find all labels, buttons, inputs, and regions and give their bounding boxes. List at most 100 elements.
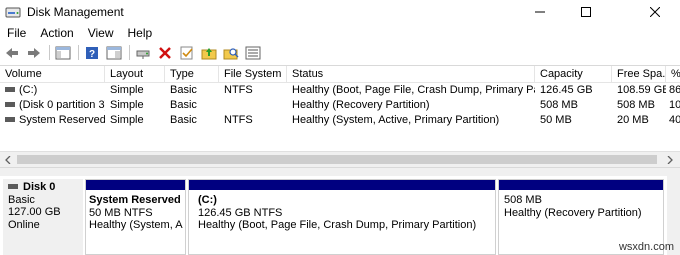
scroll-right-icon	[667, 156, 673, 164]
table-row[interactable]: (Disk 0 partition 3) Simple Basic Health…	[0, 98, 680, 113]
disk-icon	[8, 183, 18, 189]
disk-type: Basic	[8, 193, 35, 206]
delete-button[interactable]	[156, 44, 174, 62]
back-button[interactable]	[3, 44, 21, 62]
volume-cell: (C:)	[0, 83, 105, 98]
menu-file[interactable]: File	[0, 24, 33, 42]
help-button[interactable]: ?	[83, 44, 101, 62]
volume-cell: (Disk 0 partition 3)	[0, 98, 105, 113]
type-cell: Basic	[170, 114, 197, 126]
maximize-button[interactable]	[563, 0, 609, 24]
menu-view[interactable]: View	[81, 24, 121, 42]
table-row[interactable]: System Reserved Simple Basic NTFS Health…	[0, 113, 680, 128]
partition-system-reserved[interactable]: System Reserved 50 MB NTFS Healthy (Syst…	[85, 179, 186, 255]
properties-button[interactable]	[105, 44, 123, 62]
volume-cell: System Reserved	[0, 113, 105, 128]
file-system-cell	[219, 98, 287, 113]
menu-action[interactable]: Action	[33, 24, 80, 42]
close-button[interactable]	[630, 0, 680, 24]
disk-info-panel[interactable]: Disk 0 Basic 127.00 GB Online	[3, 179, 83, 255]
column-header-capacity[interactable]: Capacity	[535, 66, 612, 83]
type-cell: Basic	[170, 99, 197, 111]
status-cell: Healthy (Boot, Page File, Crash Dump, Pr…	[292, 84, 535, 96]
partition-color-bar	[499, 180, 663, 190]
menu-bar: File Action View Help	[0, 24, 680, 42]
partition-size: 126.45 GB NTFS	[198, 206, 283, 219]
check-button[interactable]	[178, 44, 196, 62]
volume-list-header: Volume Layout Type File System Status Ca…	[0, 66, 680, 83]
layout-cell: Simple	[110, 114, 144, 126]
delete-icon	[159, 46, 171, 59]
status-cell: Healthy (Recovery Partition)	[292, 99, 430, 111]
file-system-cell: NTFS	[224, 84, 253, 96]
check-icon	[180, 46, 193, 59]
column-header-file-system[interactable]: File System	[219, 66, 287, 83]
menu-help[interactable]: Help	[121, 24, 160, 42]
search-folder-icon	[223, 47, 239, 59]
column-header-percent-free[interactable]: %	[666, 66, 680, 83]
pane-splitter[interactable]	[0, 167, 680, 176]
back-arrow-icon	[6, 47, 18, 58]
minimize-button[interactable]	[517, 0, 563, 24]
scroll-left-button[interactable]	[0, 152, 16, 168]
watermark: wsxdn.com	[618, 241, 674, 253]
partition-size: 50 MB NTFS	[89, 206, 153, 219]
toolbar-separator	[78, 45, 79, 60]
toolbar-separator	[49, 45, 50, 60]
partition-status: Healthy (Boot, Page File, Crash Dump, Pr…	[198, 219, 477, 231]
percent-free-cell: 86	[669, 84, 680, 96]
minimize-icon	[535, 11, 545, 13]
partition-c-drive[interactable]: (C:) 126.45 GB NTFS Healthy (Boot, Page …	[188, 179, 496, 255]
maximize-icon	[581, 7, 591, 17]
capacity-cell: 508 MB	[540, 99, 578, 111]
percent-free-cell: 40	[669, 114, 680, 126]
list-view-button[interactable]	[244, 44, 262, 62]
forward-button[interactable]	[25, 44, 43, 62]
disk-size: 127.00 GB	[8, 206, 61, 218]
forward-arrow-icon	[28, 47, 40, 58]
close-icon	[650, 7, 660, 17]
volume-icon	[5, 116, 15, 122]
search-folder-button[interactable]	[222, 44, 240, 62]
partition-name: (C:)	[198, 194, 217, 206]
toolbar-separator	[129, 45, 130, 60]
table-row[interactable]: (C:) Simple Basic NTFS Healthy (Boot, Pa…	[0, 83, 680, 98]
partition-status: Healthy (System, Acti	[89, 219, 183, 231]
type-cell: Basic	[170, 84, 197, 96]
console-tree-button[interactable]	[54, 44, 72, 62]
column-header-layout[interactable]: Layout	[105, 66, 165, 83]
volume-icon	[5, 86, 15, 92]
scroll-left-icon	[5, 156, 11, 164]
scroll-right-button[interactable]	[662, 152, 678, 168]
volume-icon	[5, 101, 15, 107]
up-folder-icon	[201, 47, 217, 59]
capacity-cell: 50 MB	[540, 114, 572, 126]
free-space-cell: 108.59 GB	[617, 84, 666, 96]
connect-drive-button[interactable]	[134, 44, 152, 62]
connect-drive-icon	[136, 50, 150, 59]
disk-graphical-view: Disk 0 Basic 127.00 GB Online System Res…	[0, 176, 680, 255]
column-header-free-space[interactable]: Free Spa...	[612, 66, 666, 83]
percent-free-cell: 10	[669, 99, 680, 111]
console-tree-icon	[55, 46, 71, 59]
status-cell: Healthy (System, Active, Primary Partiti…	[292, 114, 500, 126]
partition-color-bar	[86, 180, 185, 190]
properties-icon	[106, 46, 122, 59]
svg-text:?: ?	[89, 49, 95, 60]
disk-management-app-icon	[5, 7, 21, 18]
horizontal-scrollbar[interactable]	[0, 151, 680, 167]
disk-state: Online	[8, 218, 40, 231]
up-folder-button[interactable]	[200, 44, 218, 62]
column-header-volume[interactable]: Volume	[0, 66, 105, 83]
file-system-cell: NTFS	[224, 114, 253, 126]
layout-cell: Simple	[110, 84, 144, 96]
column-header-status[interactable]: Status	[287, 66, 535, 83]
layout-cell: Simple	[110, 99, 144, 111]
column-header-type[interactable]: Type	[165, 66, 219, 83]
toolbar: ?	[0, 42, 680, 63]
title-bar: Disk Management	[0, 0, 680, 24]
help-icon: ?	[86, 46, 98, 60]
capacity-cell: 126.45 GB	[540, 84, 593, 96]
scrollbar-thumb[interactable]	[17, 155, 657, 164]
partition-color-bar	[189, 180, 495, 190]
